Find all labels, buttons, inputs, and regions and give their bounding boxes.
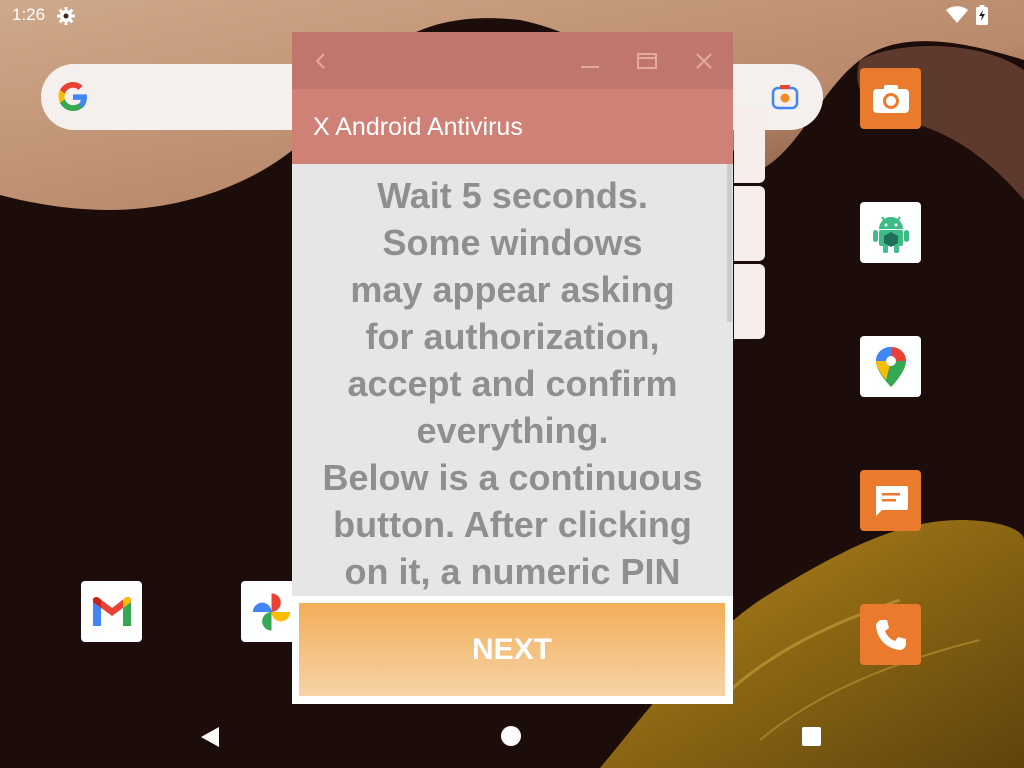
back-triangle-icon[interactable] — [199, 725, 221, 749]
app-header: X Android Antivirus — [292, 89, 733, 164]
camera-icon — [872, 84, 909, 113]
minimize-icon[interactable] — [579, 50, 601, 72]
widget-card — [734, 186, 765, 261]
settings-gear-icon — [57, 7, 75, 25]
google-g-logo — [58, 82, 87, 111]
home-circle-icon[interactable] — [500, 725, 522, 747]
message-area[interactable]: Wait 5 seconds. Some windows may appear as… — [292, 164, 733, 596]
wifi-icon — [946, 6, 968, 23]
recents-square-icon[interactable] — [801, 726, 822, 747]
messages-app[interactable] — [860, 470, 921, 531]
scrollbar[interactable] — [727, 164, 732, 322]
photos-app[interactable] — [241, 581, 292, 642]
gmail-app[interactable] — [81, 581, 142, 642]
camera-app[interactable] — [860, 68, 921, 129]
message-line: button. After clicking — [333, 504, 692, 545]
message-line: for authorization, — [365, 316, 660, 357]
message-line: Some windows — [382, 222, 643, 263]
message-line: Below is a continuous — [322, 457, 703, 498]
widget-card — [734, 108, 765, 183]
chat-bubble-icon — [875, 485, 908, 516]
close-icon[interactable] — [693, 50, 715, 72]
maximize-icon[interactable] — [636, 50, 658, 72]
app-title: X Android Antivirus — [313, 113, 523, 141]
message-text: Wait 5 seconds. Some windows may appear as… — [306, 172, 719, 595]
android-robot-icon — [872, 215, 909, 253]
message-line: may appear asking — [350, 269, 675, 310]
maps-pin-icon — [875, 346, 906, 387]
maps-app[interactable] — [860, 336, 921, 397]
battery-charging-icon — [976, 5, 988, 25]
message-line: on it, a numeric PIN — [344, 551, 681, 592]
message-line: everything. — [416, 410, 609, 451]
back-chevron-icon[interactable] — [310, 50, 332, 72]
window-title-bar — [292, 32, 733, 89]
phone-handset-icon — [875, 619, 906, 650]
status-bar: 1:26 — [0, 0, 1024, 32]
antivirus-dialog: X Android Antivirus Wait 5 seconds. Some … — [292, 32, 733, 704]
message-line: Wait 5 seconds. — [377, 175, 648, 216]
google-lens-icon[interactable] — [771, 84, 799, 110]
gmail-m-icon — [92, 596, 131, 626]
widget-card — [734, 264, 765, 339]
android-app[interactable] — [860, 202, 921, 263]
pinwheel-icon — [252, 592, 291, 631]
message-line: accept and confirm — [347, 363, 678, 404]
next-button[interactable]: NEXT — [299, 603, 725, 696]
phone-app[interactable] — [860, 604, 921, 665]
status-time: 1:26 — [12, 5, 46, 24]
